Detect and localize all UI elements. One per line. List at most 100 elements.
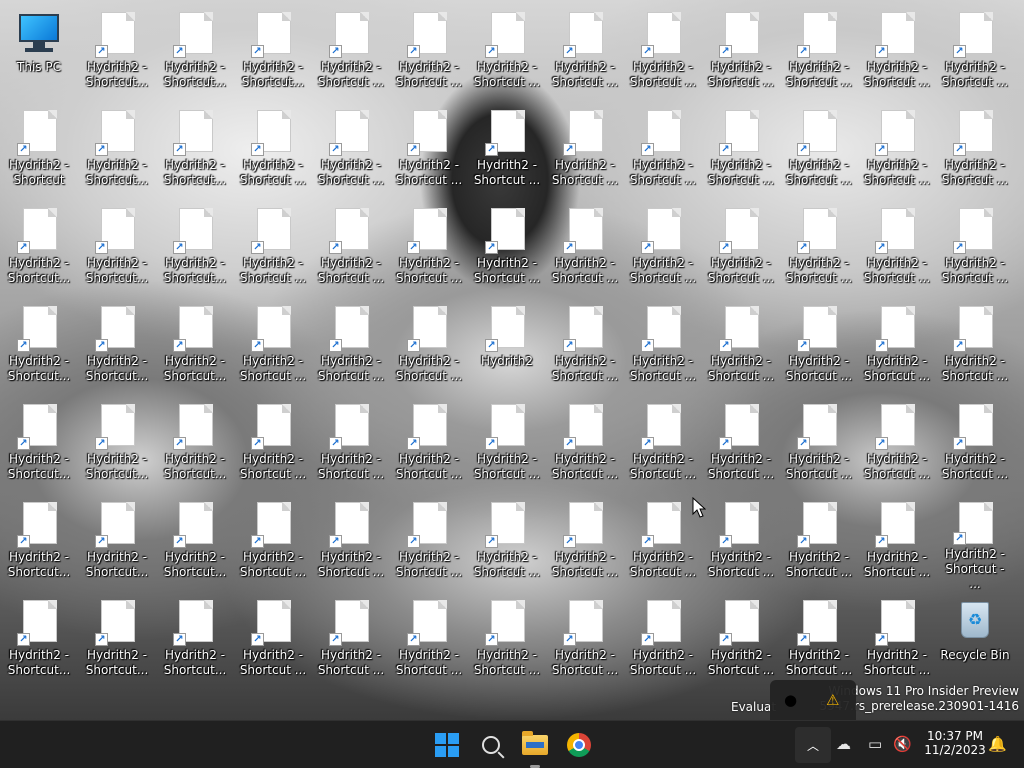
desktop-shortcut[interactable]: ↗ Hydrith2 - Shortcut ...: [314, 594, 388, 688]
desktop-shortcut[interactable]: ↗ Hydrith2 - Shortcut ...: [626, 496, 700, 590]
desktop-shortcut[interactable]: ↗ Hydrith2 - Shortcut ...: [938, 6, 1012, 100]
desktop-shortcut[interactable]: ↗ Hydrith2 - Shortcut ...: [860, 398, 934, 492]
desktop-shortcut[interactable]: ↗ Hydrith2 - Shortcut ...: [704, 202, 778, 296]
desktop-shortcut[interactable]: ↗ Hydrith2 - Shortcut...: [158, 6, 232, 100]
desktop-shortcut[interactable]: ↗ Hydrith2 - Shortcut ...: [470, 496, 544, 590]
chrome-button[interactable]: [561, 727, 597, 763]
desktop-shortcut[interactable]: ↗ Hydrith2 - Shortcut ...: [236, 300, 310, 394]
desktop-shortcut[interactable]: ↗ Hydrith2 - Shortcut ...: [626, 6, 700, 100]
desktop-shortcut[interactable]: ↗ Hydrith2: [470, 300, 544, 394]
desktop-shortcut[interactable]: ↗ Hydrith2 - Shortcut...: [158, 202, 232, 296]
desktop-shortcut[interactable]: ↗ Hydrith2 - Shortcut ...: [314, 300, 388, 394]
desktop-shortcut[interactable]: ↗ Hydrith2 - Shortcut...: [80, 398, 154, 492]
desktop-shortcut[interactable]: ↗ Hydrith2 - Shortcut...: [80, 104, 154, 198]
desktop-shortcut[interactable]: ↗ Hydrith2 - Shortcut ...: [548, 6, 622, 100]
desktop-shortcut[interactable]: ↗ Hydrith2 - Shortcut ...: [704, 6, 778, 100]
desktop-shortcut[interactable]: ↗ Hydrith2 - Shortcut ...: [704, 594, 778, 688]
desktop-shortcut[interactable]: ↗ Hydrith2 - Shortcut ...: [470, 104, 544, 198]
desktop-shortcut[interactable]: ↗ Hydrith2 - Shortcut...: [80, 6, 154, 100]
desktop-shortcut[interactable]: ↗ Hydrith2 - Shortcut ...: [782, 496, 856, 590]
desktop-shortcut[interactable]: ↗ Hydrith2 - Shortcut ...: [626, 104, 700, 198]
chrome-tray-icon[interactable]: ●: [784, 692, 797, 708]
desktop-shortcut[interactable]: ↗ Hydrith2 - Shortcut...: [158, 594, 232, 688]
desktop-shortcut[interactable]: ↗ Hydrith2 - Shortcut ...: [860, 104, 934, 198]
desktop-shortcut[interactable]: ↗ Hydrith2 - Shortcut ...: [236, 594, 310, 688]
desktop-shortcut[interactable]: ↗ Hydrith2 - Shortcut ...: [548, 594, 622, 688]
desktop-shortcut[interactable]: ↗ Hydrith2 - Shortcut ...: [314, 398, 388, 492]
show-hidden-icons-button[interactable]: ︿: [795, 727, 831, 763]
desktop-shortcut[interactable]: ↗ Hydrith2 - Shortcut...: [2, 300, 76, 394]
desktop-shortcut[interactable]: ↗ Hydrith2 - Shortcut...: [158, 398, 232, 492]
desktop-shortcut[interactable]: ↗ Hydrith2 - Shortcut...: [236, 6, 310, 100]
desktop-shortcut[interactable]: ↗ Hydrith2 - Shortcut ...: [782, 594, 856, 688]
network-icon[interactable]: ▭: [868, 735, 882, 753]
desktop-shortcut[interactable]: ↗ Hydrith2 - Shortcut...: [80, 300, 154, 394]
recycle-bin[interactable]: ♻ Recycle Bin: [938, 594, 1012, 688]
desktop-shortcut[interactable]: ↗ Hydrith2 - Shortcut - ...: [938, 496, 1012, 590]
desktop-shortcut[interactable]: ↗ Hydrith2 - Shortcut ...: [626, 594, 700, 688]
desktop-shortcut[interactable]: ↗ Hydrith2 - Shortcut ...: [548, 104, 622, 198]
desktop-shortcut[interactable]: ↗ Hydrith2 - Shortcut ...: [548, 398, 622, 492]
security-warning-icon[interactable]: ⚠: [826, 692, 839, 708]
desktop-shortcut[interactable]: ↗ Hydrith2 - Shortcut ...: [782, 202, 856, 296]
desktop-shortcut[interactable]: ↗ Hydrith2 - Shortcut ...: [782, 300, 856, 394]
desktop-shortcut[interactable]: ↗ Hydrith2 - Shortcut ...: [392, 496, 466, 590]
desktop-shortcut[interactable]: ↗ Hydrith2 - Shortcut...: [2, 496, 76, 590]
desktop-shortcut[interactable]: ↗ Hydrith2 - Shortcut ...: [704, 496, 778, 590]
desktop-shortcut[interactable]: ↗ Hydrith2 - Shortcut ...: [392, 104, 466, 198]
onedrive-icon[interactable]: ☁: [836, 735, 851, 753]
desktop-shortcut[interactable]: ↗ Hydrith2 - Shortcut ...: [470, 6, 544, 100]
desktop-shortcut[interactable]: ↗ Hydrith2 - Shortcut ...: [392, 202, 466, 296]
desktop-shortcut[interactable]: ↗ Hydrith2 - Shortcut ...: [860, 496, 934, 590]
desktop-shortcut[interactable]: ↗ Hydrith2 - Shortcut: [2, 104, 76, 198]
desktop-shortcut[interactable]: ↗ Hydrith2 - Shortcut ...: [626, 202, 700, 296]
desktop-shortcut[interactable]: ↗ Hydrith2 - Shortcut...: [2, 398, 76, 492]
desktop-shortcut[interactable]: ↗ Hydrith2 - Shortcut ...: [548, 496, 622, 590]
desktop-shortcut[interactable]: ↗ Hydrith2 - Shortcut...: [158, 300, 232, 394]
desktop-shortcut[interactable]: ↗ Hydrith2 - Shortcut ...: [860, 300, 934, 394]
desktop-shortcut[interactable]: ↗ Hydrith2 - Shortcut ...: [236, 398, 310, 492]
desktop-shortcut[interactable]: ↗ Hydrith2 - Shortcut ...: [938, 398, 1012, 492]
desktop-shortcut[interactable]: ↗ Hydrith2 - Shortcut ...: [626, 300, 700, 394]
desktop-shortcut[interactable]: ↗ Hydrith2 - Shortcut ...: [470, 594, 544, 688]
desktop-shortcut[interactable]: ↗ Hydrith2 - Shortcut ...: [938, 300, 1012, 394]
notification-bell-icon[interactable]: 🔔: [988, 735, 1007, 753]
desktop-shortcut[interactable]: ↗ Hydrith2 - Shortcut ...: [938, 202, 1012, 296]
desktop-shortcut[interactable]: ↗ Hydrith2 - Shortcut ...: [548, 300, 622, 394]
desktop-shortcut[interactable]: ↗ Hydrith2 - Shortcut ...: [860, 202, 934, 296]
this-pc[interactable]: This PC: [2, 6, 76, 100]
desktop-shortcut[interactable]: ↗ Hydrith2 - Shortcut ...: [704, 398, 778, 492]
desktop-shortcut[interactable]: ↗ Hydrith2 - Shortcut...: [2, 202, 76, 296]
desktop-shortcut[interactable]: ↗ Hydrith2 - Shortcut...: [80, 202, 154, 296]
search-button[interactable]: [473, 727, 509, 763]
desktop-shortcut[interactable]: ↗ Hydrith2 - Shortcut...: [80, 594, 154, 688]
desktop-shortcut[interactable]: ↗ Hydrith2 - Shortcut ...: [392, 300, 466, 394]
desktop-shortcut[interactable]: ↗ Hydrith2 - Shortcut ...: [782, 104, 856, 198]
desktop-shortcut[interactable]: ↗ Hydrith2 - Shortcut ...: [470, 398, 544, 492]
desktop-shortcut[interactable]: ↗ Hydrith2 - Shortcut ...: [314, 202, 388, 296]
desktop-shortcut[interactable]: ↗ Hydrith2 - Shortcut ...: [236, 202, 310, 296]
desktop-shortcut[interactable]: ↗ Hydrith2 - Shortcut ...: [392, 594, 466, 688]
desktop-shortcut[interactable]: ↗ Hydrith2 - Shortcut ...: [548, 202, 622, 296]
desktop-shortcut[interactable]: ↗ Hydrith2 - Shortcut ...: [938, 104, 1012, 198]
desktop-shortcut[interactable]: ↗ Hydrith2 - Shortcut ...: [314, 496, 388, 590]
desktop-shortcut[interactable]: ↗ Hydrith2 - Shortcut ...: [314, 104, 388, 198]
desktop-shortcut[interactable]: ↗ Hydrith2 - Shortcut...: [158, 496, 232, 590]
volume-muted-icon[interactable]: 🔇: [893, 735, 912, 753]
desktop-shortcut[interactable]: ↗ Hydrith2 - Shortcut...: [158, 104, 232, 198]
desktop-shortcut[interactable]: ↗ Hydrith2 - Shortcut ...: [626, 398, 700, 492]
desktop-shortcut[interactable]: ↗ Hydrith2 - Shortcut ...: [470, 202, 544, 296]
file-explorer-button[interactable]: [517, 727, 553, 763]
desktop-shortcut[interactable]: ↗ Hydrith2 - Shortcut ...: [236, 104, 310, 198]
desktop-shortcut[interactable]: ↗ Hydrith2 - Shortcut ...: [782, 398, 856, 492]
desktop-shortcut[interactable]: ↗ Hydrith2 - Shortcut ...: [236, 496, 310, 590]
desktop-shortcut[interactable]: ↗ Hydrith2 - Shortcut ...: [314, 6, 388, 100]
desktop-shortcut[interactable]: ↗ Hydrith2 - Shortcut ...: [860, 6, 934, 100]
desktop-shortcut[interactable]: ↗ Hydrith2 - Shortcut ...: [392, 398, 466, 492]
windows-start-button[interactable]: [429, 727, 465, 763]
desktop-shortcut[interactable]: ↗ Hydrith2 - Shortcut ...: [704, 300, 778, 394]
desktop-shortcut[interactable]: ↗ Hydrith2 - Shortcut ...: [860, 594, 934, 688]
desktop-shortcut[interactable]: ↗ Hydrith2 - Shortcut...: [2, 594, 76, 688]
clock[interactable]: 10:37 PM 11/2/2023: [922, 729, 988, 757]
desktop-shortcut[interactable]: ↗ Hydrith2 - Shortcut ...: [782, 6, 856, 100]
